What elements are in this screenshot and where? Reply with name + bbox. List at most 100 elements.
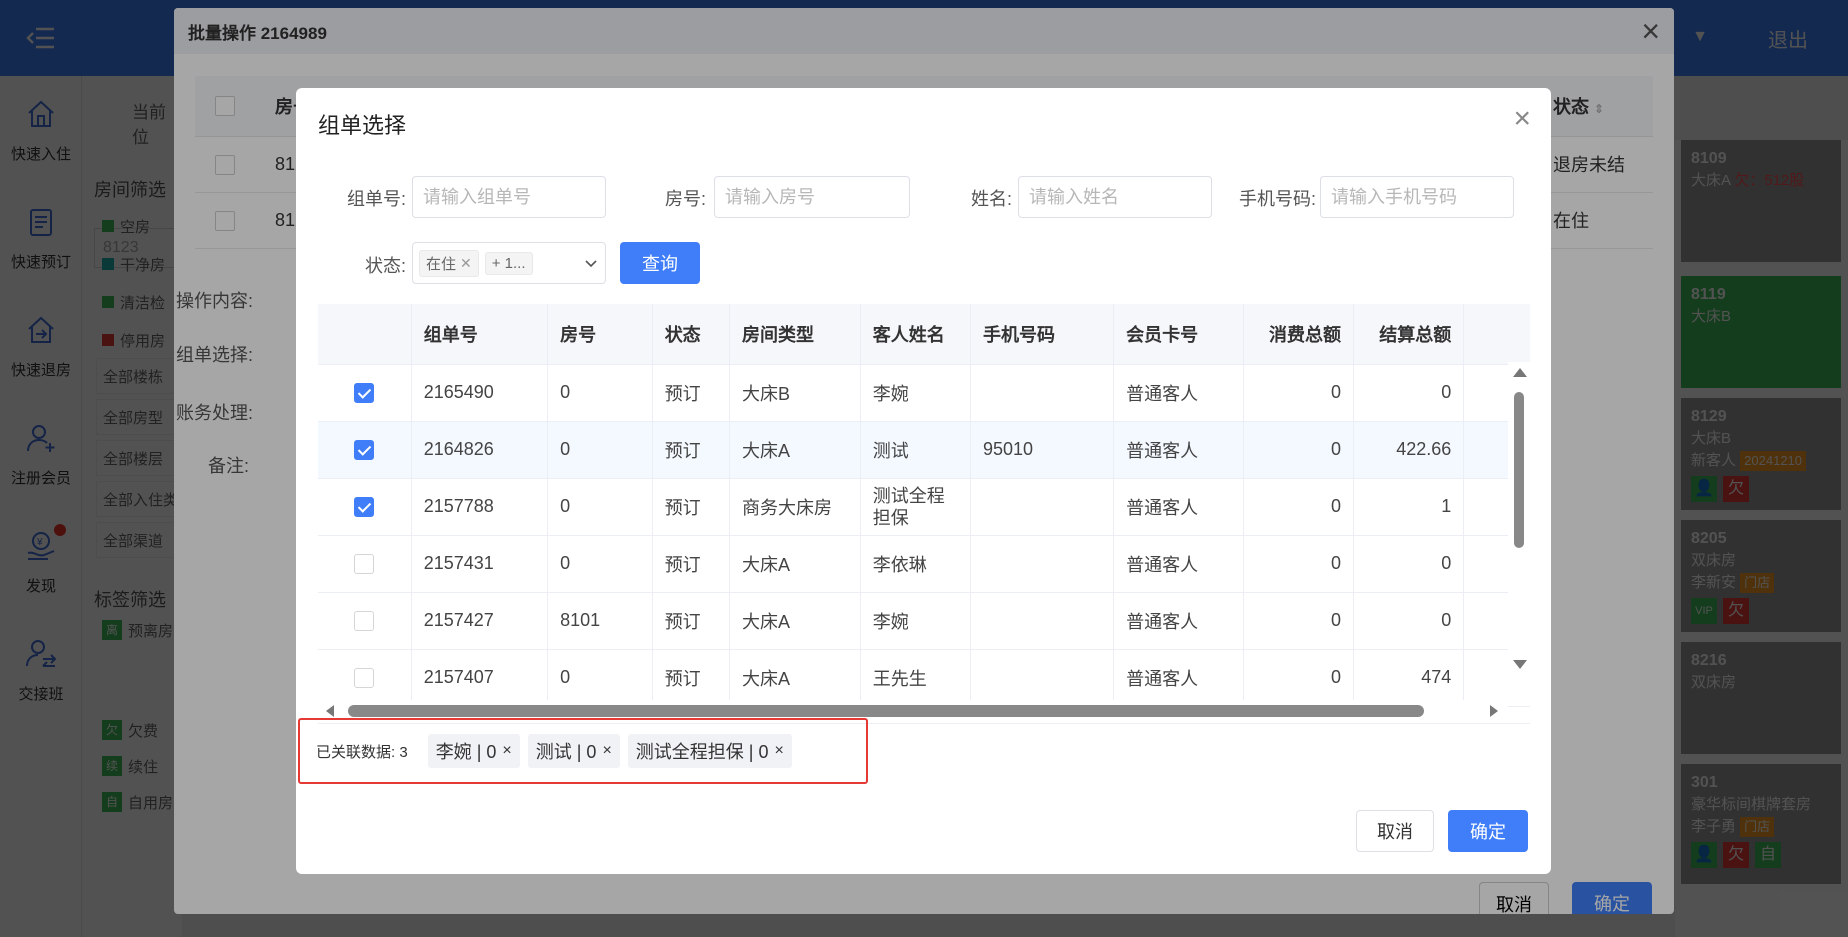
column-header: 结算总额 — [1353, 304, 1465, 365]
cell-settle: 0 — [1353, 592, 1465, 650]
cancel-button[interactable]: 取消 — [1356, 810, 1434, 852]
room-no-input[interactable] — [714, 176, 910, 218]
status-tag: 在住 ✕ — [419, 249, 479, 277]
cell-group-no: 2157407 — [411, 649, 549, 707]
tag-close-icon[interactable]: ✕ — [460, 255, 472, 272]
cell-group-no: 2157427 — [411, 592, 549, 650]
linked-chip: 李婉 | 0 × — [427, 734, 520, 768]
linked-data-label: 已关联数据: 3 — [316, 743, 408, 761]
linked-chip: 测试 | 0 × — [527, 734, 620, 768]
column-header: 会员卡号 — [1113, 304, 1244, 365]
table-row[interactable]: 2157427 8101 预订 大床A 李婉 普通客人 0 0 — [318, 592, 1530, 650]
cell-guest: 测试全程担保 — [860, 478, 971, 536]
group-select-dialog: 组单选择 × 组单号: 房号: 姓名: 手机号码: 状态: 在住✕ + 1...… — [296, 88, 1551, 874]
cell-room: 0 — [547, 535, 653, 593]
cell-settle: 474 — [1353, 649, 1465, 707]
cell-guest: 李婉 — [860, 364, 971, 422]
cell-room-type: 大床A — [729, 421, 861, 479]
linked-data-box: 已关联数据: 3 李婉 | 0 × 测试 | 0 × 测试全程担保 | 0 × — [298, 718, 868, 784]
table-row[interactable]: 2157431 0 预订 大床A 李依琳 普通客人 0 0 — [318, 535, 1530, 593]
cell-group-no: 2157788 — [411, 478, 549, 536]
select-column-header — [318, 304, 412, 365]
cell-room-type: 大床A — [729, 649, 861, 707]
group-no-input[interactable] — [412, 176, 606, 218]
cell-member: 普通客人 — [1113, 592, 1244, 650]
cell-guest: 李婉 — [860, 592, 971, 650]
scroll-up-icon[interactable] — [1513, 368, 1527, 377]
row-checkbox[interactable] — [354, 440, 375, 461]
phone-input[interactable] — [1320, 176, 1514, 218]
cell-status: 预订 — [652, 592, 730, 650]
cell-phone — [970, 364, 1115, 422]
cell-settle: 1 — [1353, 478, 1465, 536]
cell-phone — [970, 592, 1115, 650]
chip-label: 测试 | 0 — [535, 742, 597, 762]
table-row[interactable]: 2157407 0 预订 大床A 王先生 普通客人 0 474 — [318, 649, 1530, 707]
cell-status: 预订 — [652, 649, 730, 707]
close-icon[interactable]: × — [1513, 104, 1531, 134]
group-table: 组单号 房号 状态 房间类型 客人姓名 手机号码 会员卡号 消费总额 结算总额 … — [318, 304, 1530, 724]
cell-member: 普通客人 — [1113, 649, 1244, 707]
status-label: 状态: — [364, 256, 406, 276]
scroll-left-icon[interactable] — [326, 705, 334, 717]
cell-consume: 0 — [1243, 535, 1355, 593]
scroll-down-icon[interactable] — [1513, 660, 1527, 669]
vertical-scrollbar[interactable] — [1508, 362, 1530, 678]
cell-consume: 0 — [1243, 649, 1355, 707]
scroll-right-icon[interactable] — [1490, 705, 1498, 717]
group-no-label: 组单号: — [346, 189, 406, 209]
linked-data-count: 3 — [399, 743, 408, 761]
cell-consume: 0 — [1243, 364, 1355, 422]
column-header: 组单号 — [411, 304, 549, 365]
cell-group-no: 2157431 — [411, 535, 549, 593]
column-header: 余 — [1463, 304, 1530, 365]
cell-member: 普通客人 — [1113, 364, 1244, 422]
scrollbar-thumb[interactable] — [348, 705, 1424, 717]
chevron-down-icon — [585, 260, 597, 268]
cell-consume: 0 — [1243, 592, 1355, 650]
cell-group-no: 2164826 — [411, 421, 549, 479]
row-checkbox[interactable] — [354, 383, 375, 404]
row-checkbox[interactable] — [354, 497, 375, 518]
column-header: 房间类型 — [729, 304, 861, 365]
cell-status: 预订 — [652, 364, 730, 422]
confirm-button[interactable]: 确定 — [1448, 810, 1528, 852]
cell-phone — [970, 535, 1115, 593]
cell-consume: 0 — [1243, 478, 1355, 536]
chip-close-icon[interactable]: × — [774, 742, 783, 760]
chip-close-icon[interactable]: × — [502, 742, 511, 760]
linked-chip: 测试全程担保 | 0 × — [627, 734, 792, 768]
cell-room: 0 — [547, 421, 653, 479]
status-more-tag: + 1... — [484, 251, 533, 275]
cell-room-type: 大床A — [729, 592, 861, 650]
row-checkbox[interactable] — [354, 554, 375, 575]
room-no-label: 房号: — [664, 189, 706, 209]
table-row[interactable]: 21648260预订大床A测试95010普通客人0422.66-42 — [318, 421, 1530, 479]
query-button[interactable]: 查询 — [620, 242, 700, 284]
cell-room: 8101 — [547, 592, 653, 650]
chip-close-icon[interactable]: × — [602, 742, 611, 760]
name-input[interactable] — [1018, 176, 1212, 218]
column-header: 客人姓名 — [860, 304, 971, 365]
chip-label: 李婉 | 0 — [435, 742, 497, 762]
cell-settle: 0 — [1353, 364, 1465, 422]
cell-room: 0 — [547, 364, 653, 422]
column-header: 状态 — [652, 304, 730, 365]
chip-label: 测试全程担保 | 0 — [635, 742, 769, 762]
cell-member: 普通客人 — [1113, 478, 1244, 536]
row-checkbox[interactable] — [354, 668, 375, 689]
cell-guest: 李依琳 — [860, 535, 971, 593]
status-select[interactable]: 在住 ✕ + 1... — [412, 242, 606, 284]
column-header: 手机号码 — [970, 304, 1115, 365]
cell-status: 预订 — [652, 535, 730, 593]
cell-status: 预订 — [652, 421, 730, 479]
row-checkbox[interactable] — [354, 611, 375, 632]
table-row[interactable]: 2157788 0 预订 商务大床房 测试全程担保 普通客人 0 1 — [318, 478, 1530, 536]
table-row[interactable]: 2165490 0 预订 大床B 李婉 普通客人 0 0 — [318, 364, 1530, 422]
cell-room-type: 商务大床房 — [729, 478, 861, 536]
cell-room-type: 大床B — [729, 364, 861, 422]
cell-phone — [970, 649, 1115, 707]
cell-group-no: 2165490 — [411, 364, 549, 422]
scrollbar-thumb[interactable] — [1514, 392, 1524, 548]
dialog-title: 组单选择 — [318, 113, 407, 138]
